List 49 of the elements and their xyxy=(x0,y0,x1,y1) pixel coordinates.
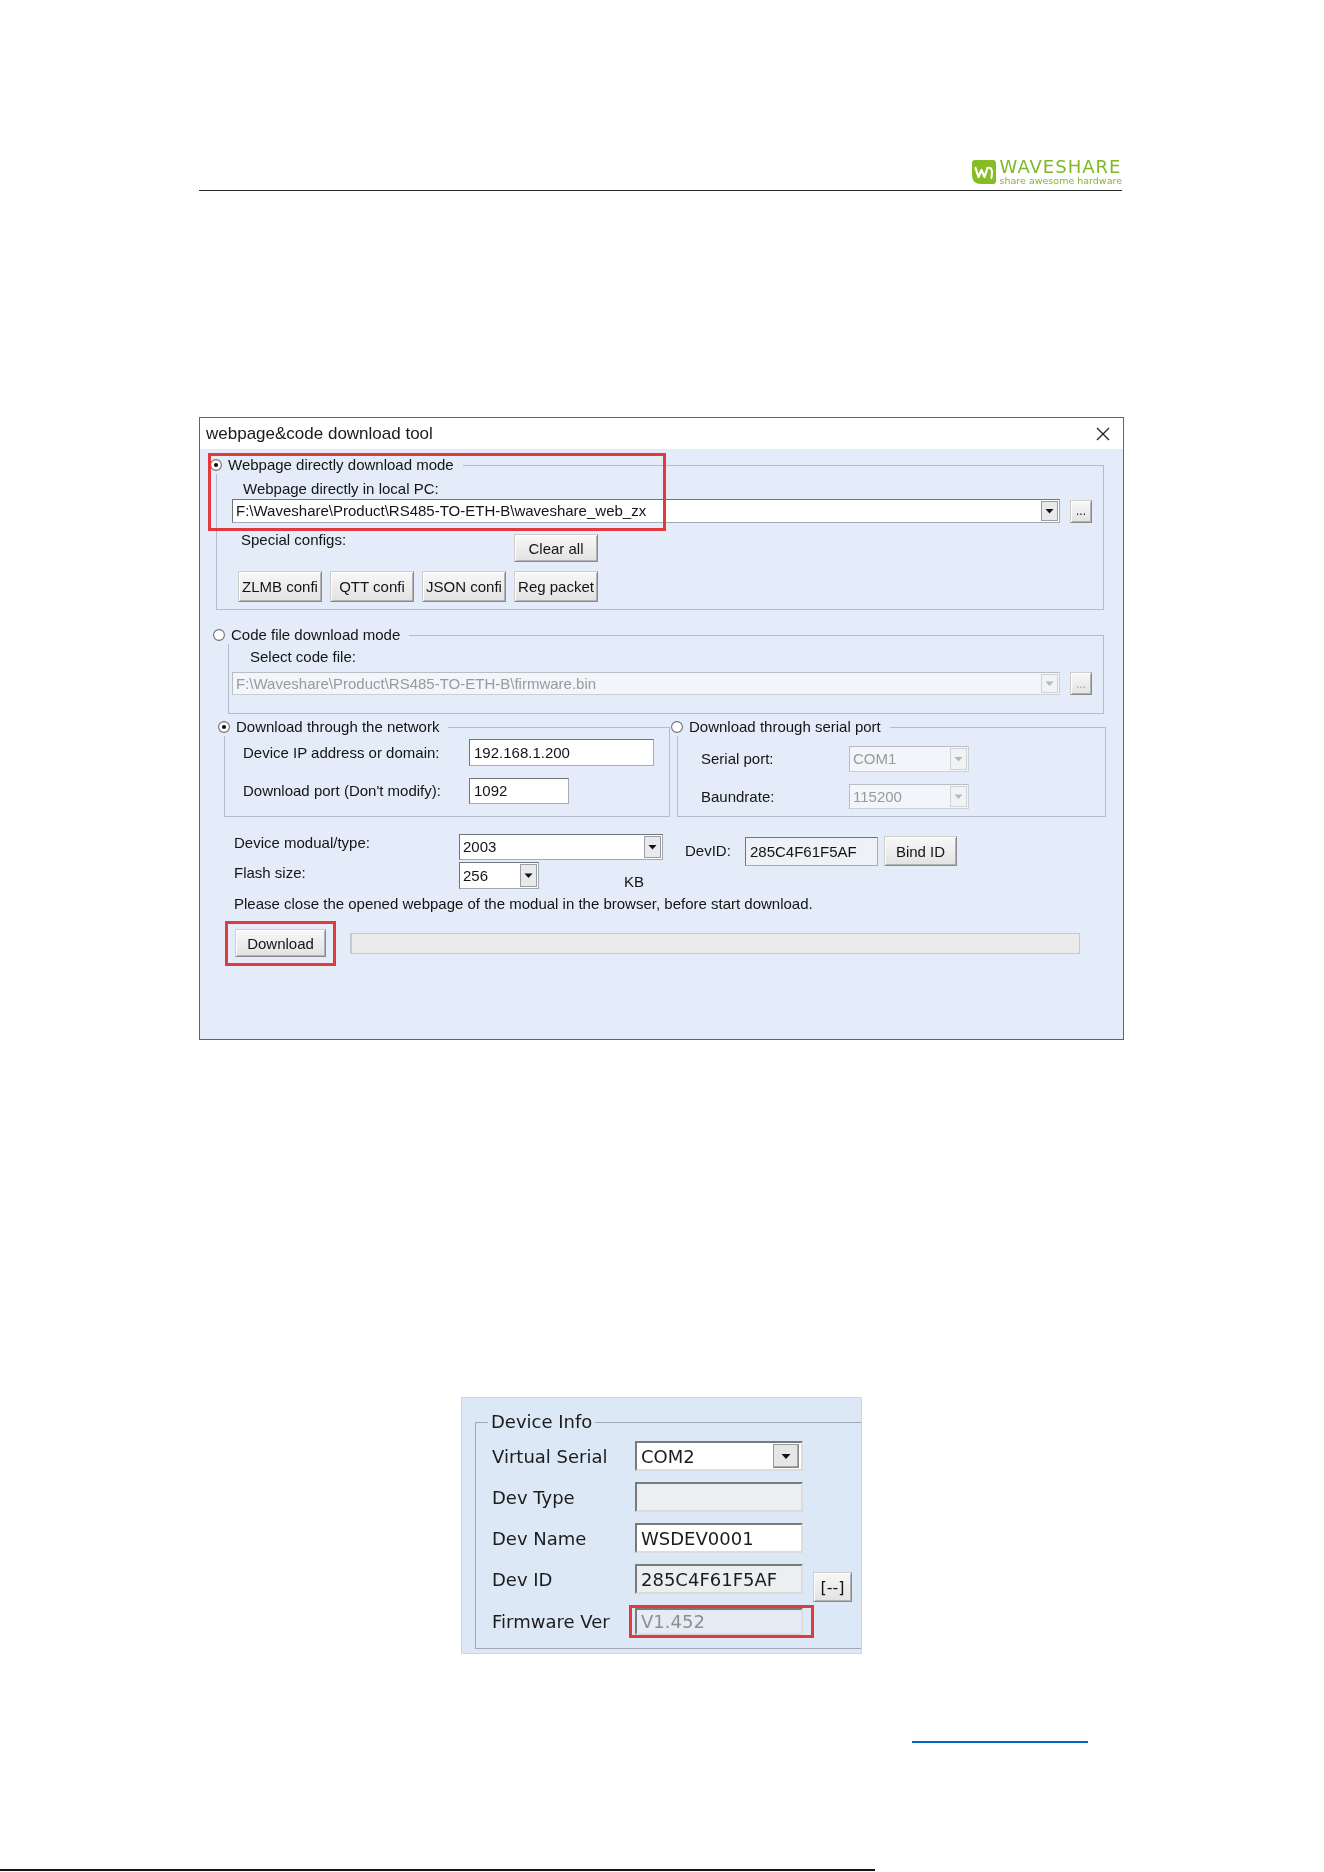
dropdown-field[interactable]: 2003 xyxy=(459,834,663,860)
section-label: Special configs: xyxy=(241,531,347,549)
dropdown-field[interactable]: COM2 xyxy=(635,1441,803,1471)
text-field[interactable]: 285C4F61F5AF xyxy=(635,1564,803,1594)
field-label: Dev Name xyxy=(492,1527,588,1549)
field-label: Flash size: xyxy=(234,864,307,881)
dropdown-arrow-icon[interactable] xyxy=(773,1444,799,1468)
window-title: webpage&code download tool xyxy=(206,423,433,444)
download-button[interactable]: Download xyxy=(235,929,326,957)
radio-button[interactable] xyxy=(218,721,230,733)
field-label: Serial port: xyxy=(701,750,775,768)
close-icon[interactable] xyxy=(1096,426,1110,441)
text-field[interactable]: 192.168.1.200 xyxy=(469,739,654,766)
field-label: Select code file: xyxy=(250,648,356,666)
text-field[interactable] xyxy=(635,1482,803,1512)
radio-label[interactable]: Webpage directly download mode xyxy=(228,456,454,474)
bind-button[interactable]: Bind ID xyxy=(884,836,957,866)
field-label: Firmware Ver xyxy=(492,1611,611,1632)
config-button[interactable]: JSON confi xyxy=(422,571,506,602)
radio-label[interactable]: Download through serial port xyxy=(689,718,881,736)
unit-label: KB xyxy=(624,873,644,890)
config-button[interactable]: Reg packet xyxy=(514,571,598,602)
notice-text: Please close the opened webpage of the modual in the browser, before start download. xyxy=(234,895,813,912)
field-label: DevID: xyxy=(685,842,732,859)
clear-button[interactable]: Clear all xyxy=(514,534,598,562)
radio-button[interactable] xyxy=(210,459,222,471)
field-label: Dev Type xyxy=(492,1486,576,1508)
config-button[interactable]: QTT confi xyxy=(330,571,414,602)
config-button[interactable]: ZLMB confi xyxy=(238,571,322,602)
field-label: Device modual/type: xyxy=(234,834,371,851)
group-title: Device Info xyxy=(491,1411,593,1432)
field-label: Virtual Serial xyxy=(492,1445,609,1467)
radio-button[interactable] xyxy=(671,721,683,733)
logo-tagline: share awesome hardware xyxy=(999,175,1122,186)
field-label: Baundrate: xyxy=(701,787,776,806)
text-field[interactable]: 1092 xyxy=(469,778,569,804)
field-label: Download port (Don't modify): xyxy=(243,782,442,800)
logo-wordmark: WAVESHARE xyxy=(999,158,1122,175)
field-label: Dev ID xyxy=(492,1568,554,1590)
field-label: Webpage directly in local PC: xyxy=(243,480,439,498)
field-label: Device IP address or domain: xyxy=(243,743,441,762)
dropdown-field[interactable]: F:\Waveshare\Product\RS485-TO-ETH-B\waveshare_web_zx xyxy=(232,499,1060,523)
text-field[interactable]: 285C4F61F5AF xyxy=(745,837,878,866)
dropdown-field[interactable]: 256 xyxy=(459,862,539,889)
radio-label[interactable]: Download through the network xyxy=(236,718,440,736)
text-field[interactable]: WSDEV0001 xyxy=(635,1523,803,1553)
logo-leaf-icon xyxy=(970,159,997,185)
browse-button[interactable]: ... xyxy=(1070,499,1092,523)
small-button[interactable]: [--] xyxy=(813,1572,852,1602)
